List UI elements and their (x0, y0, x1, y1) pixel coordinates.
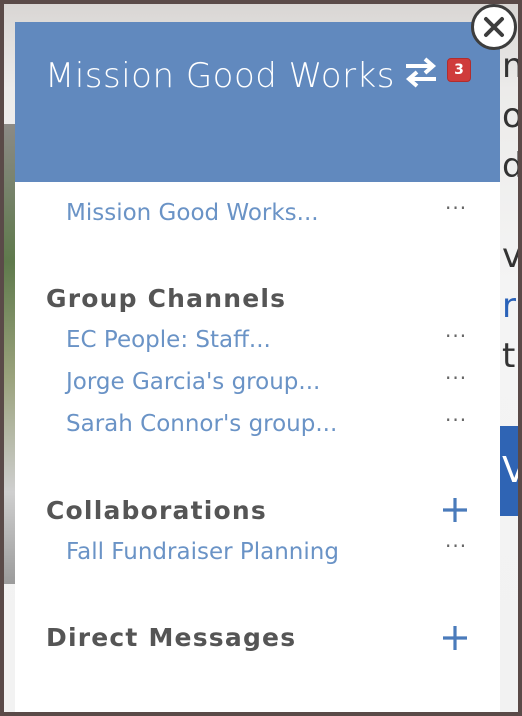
channel-item-ec-people[interactable]: EC People: Staff... (66, 327, 271, 353)
background-text-fragment: v (502, 236, 518, 276)
channel-item-mission-good-works[interactable]: Mission Good Works... (66, 200, 319, 226)
more-horizontal-icon[interactable]: ··· (445, 534, 467, 558)
plus-icon[interactable] (441, 496, 469, 524)
plus-icon[interactable] (441, 624, 469, 652)
channels-panel: ​ Mission Good Works 3 Mission Good Work… (15, 22, 500, 716)
close-button[interactable] (471, 4, 517, 50)
background-text-fragment: d (502, 146, 518, 186)
section-heading-group-channels: Group Channels (46, 284, 287, 313)
panel-title: Mission Good Works (45, 56, 395, 96)
panel-header: Mission Good Works 3 (15, 22, 500, 182)
channel-item-fall-fundraiser[interactable]: Fall Fundraiser Planning (66, 539, 339, 565)
section-heading-direct-messages: Direct Messages (46, 623, 297, 652)
background-text-fragment: o (502, 96, 518, 136)
notification-badge[interactable]: 3 (447, 58, 471, 82)
close-icon (484, 17, 504, 37)
background-link-fragment: r (502, 286, 516, 326)
more-horizontal-icon[interactable]: ··· (445, 408, 467, 432)
section-heading-collaborations: Collaborations (46, 496, 267, 525)
more-horizontal-icon[interactable]: ··· (445, 324, 467, 348)
more-horizontal-icon[interactable]: ··· (445, 366, 467, 390)
more-horizontal-icon[interactable]: ··· (445, 196, 467, 220)
background-button-fragment: V (500, 426, 518, 516)
channel-item-jorge-garcia[interactable]: Jorge Garcia's group... (66, 369, 320, 395)
channel-item-sarah-connor[interactable]: Sarah Connor's group... (66, 411, 337, 437)
background-text-fragment: n (502, 46, 518, 86)
background-text-fragment: t (502, 336, 516, 376)
switch-arrows-icon[interactable] (403, 54, 439, 90)
